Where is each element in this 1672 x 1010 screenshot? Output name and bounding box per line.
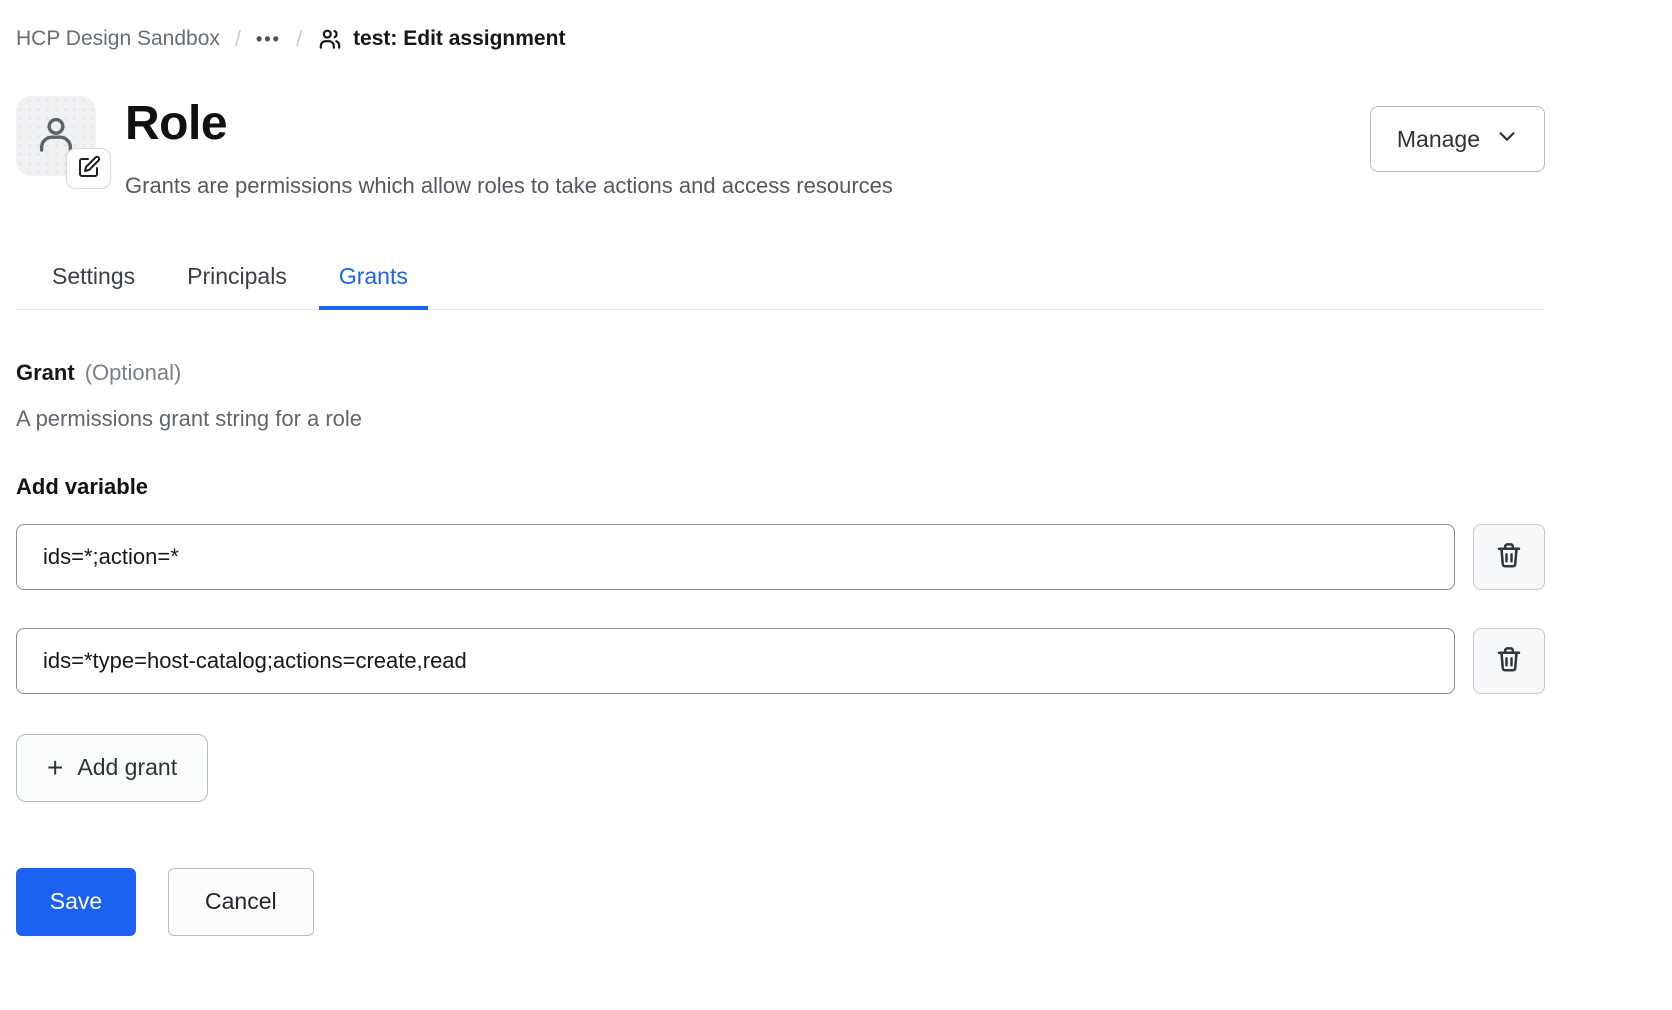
manage-button-label: Manage: [1397, 126, 1480, 153]
breadcrumb-separator: /: [235, 26, 241, 52]
grant-label-row: Grant (Optional): [16, 360, 1545, 386]
grant-helper-text: A permissions grant string for a role: [16, 406, 1545, 432]
breadcrumb-root-link[interactable]: HCP Design Sandbox: [16, 27, 220, 51]
grant-row: [16, 524, 1545, 590]
tab-settings[interactable]: Settings: [32, 263, 155, 310]
page-header: Role Grants are permissions which allow …: [16, 96, 1545, 199]
grant-row: [16, 628, 1545, 694]
manage-dropdown-button[interactable]: Manage: [1370, 106, 1545, 172]
breadcrumb-current: test: Edit assignment: [317, 26, 565, 52]
delete-grant-button-2[interactable]: [1473, 628, 1545, 694]
trash-icon: [1494, 644, 1524, 677]
breadcrumb-collapsed-menu[interactable]: •••: [256, 29, 281, 50]
breadcrumb: HCP Design Sandbox / ••• / test: Edit as…: [16, 26, 1545, 52]
delete-grant-button-1[interactable]: [1473, 524, 1545, 590]
tab-grants[interactable]: Grants: [319, 263, 428, 310]
tab-bar: Settings Principals Grants: [16, 263, 1545, 310]
edit-avatar-button[interactable]: [66, 148, 111, 189]
title-block: Role Grants are permissions which allow …: [125, 96, 893, 199]
add-grant-button-label: Add grant: [77, 754, 177, 781]
breadcrumb-separator: /: [296, 26, 302, 52]
role-page: HCP Design Sandbox / ••• / test: Edit as…: [0, 26, 1545, 936]
breadcrumb-current-label: test: Edit assignment: [353, 27, 565, 51]
add-grant-button[interactable]: + Add grant: [16, 734, 208, 802]
save-button[interactable]: Save: [16, 868, 136, 936]
users-icon: [317, 26, 343, 52]
grant-string-input-2[interactable]: [16, 628, 1455, 694]
page-title: Role: [125, 98, 893, 151]
grants-section: Grant (Optional) A permissions grant str…: [16, 360, 1545, 936]
edit-pencil-icon: [77, 155, 101, 182]
add-variable-label: Add variable: [16, 474, 1545, 500]
cancel-button[interactable]: Cancel: [168, 868, 314, 936]
plus-icon: +: [47, 754, 63, 782]
form-actions: Save Cancel: [16, 868, 1545, 936]
role-avatar-wrap: [16, 96, 96, 176]
trash-icon: [1494, 540, 1524, 573]
optional-label: (Optional): [85, 360, 182, 386]
tab-principals[interactable]: Principals: [167, 263, 307, 310]
grant-field-label: Grant: [16, 360, 75, 386]
chevron-down-icon: [1496, 125, 1518, 153]
grant-string-input-1[interactable]: [16, 524, 1455, 590]
page-subtitle: Grants are permissions which allow roles…: [125, 173, 893, 199]
